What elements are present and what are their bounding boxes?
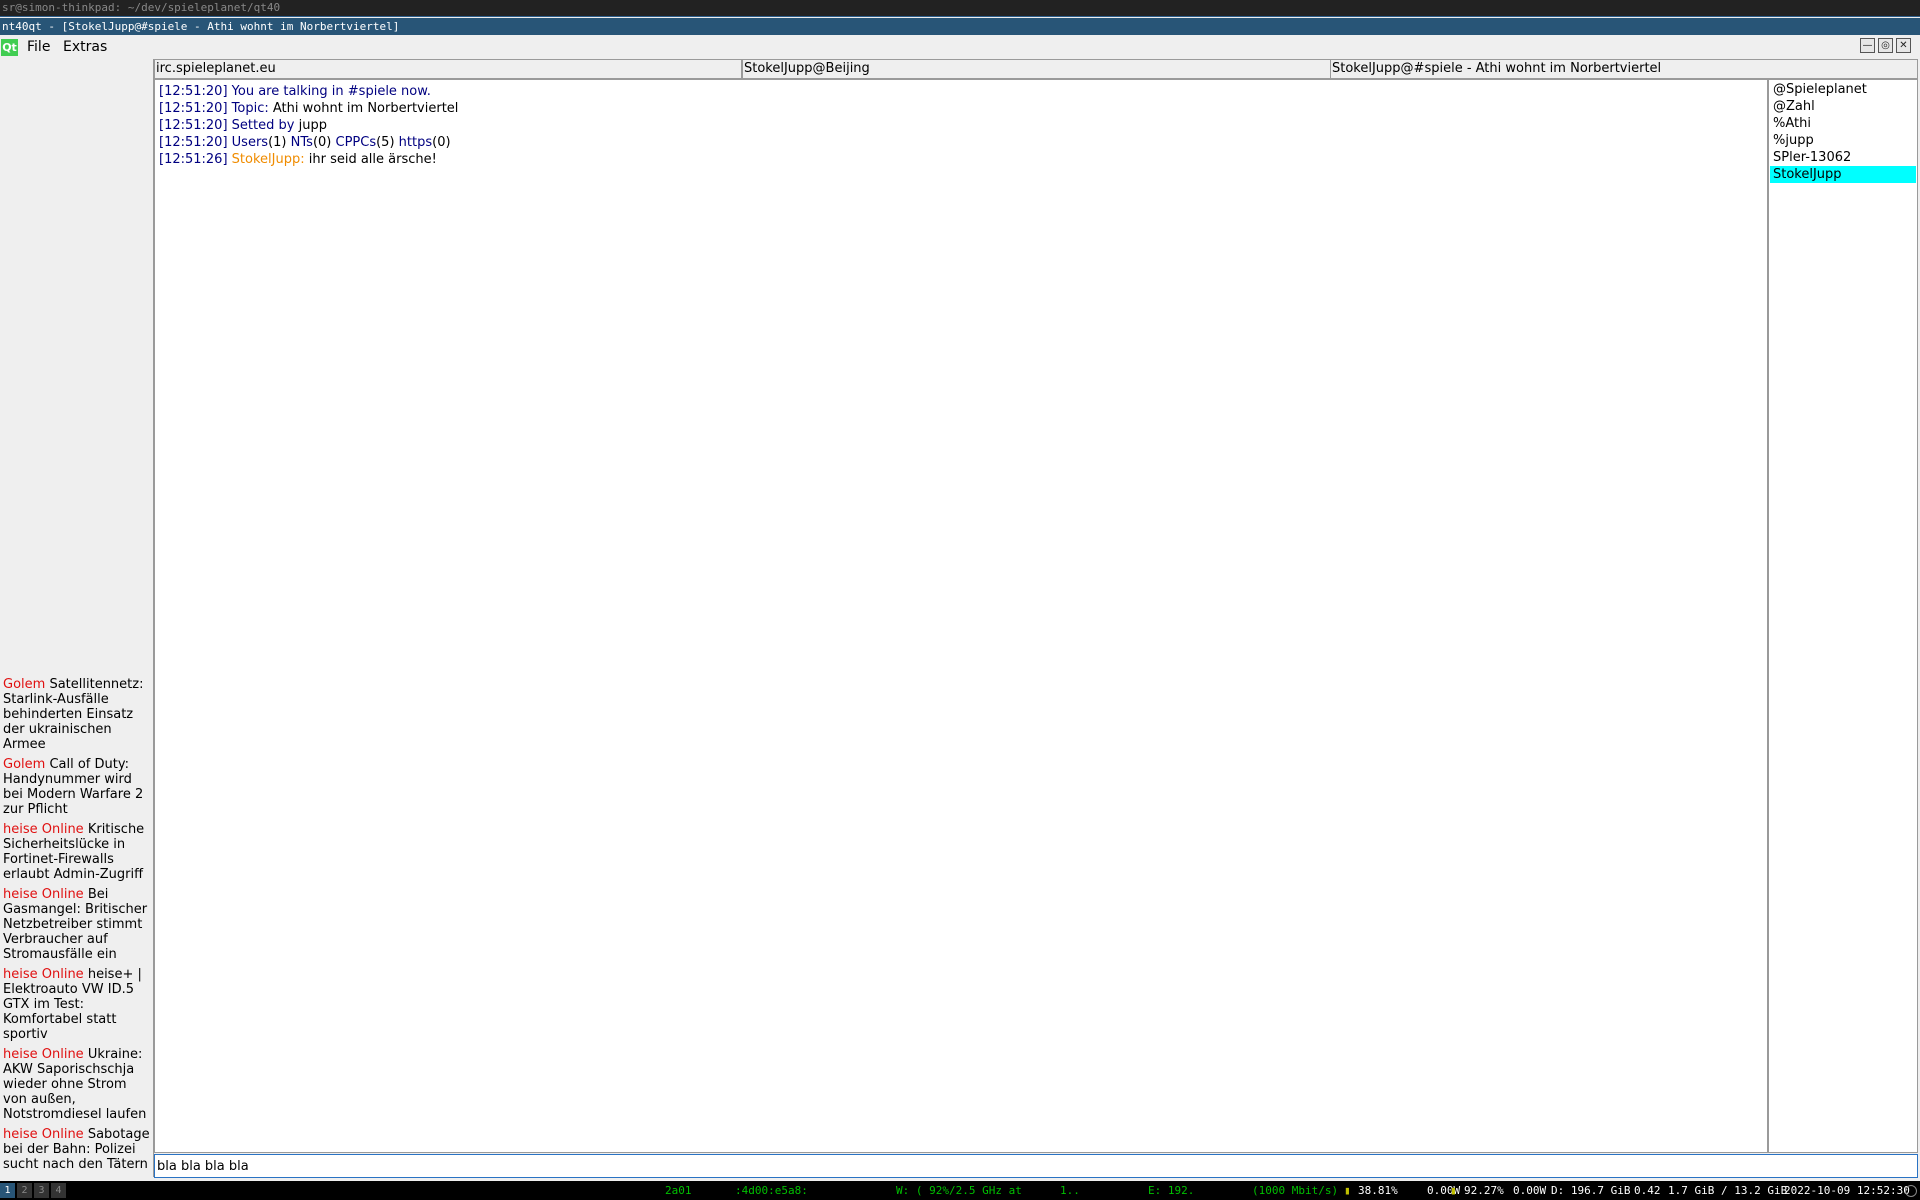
news-item[interactable]: heise Online Kritische Sicherheitslücke … xyxy=(2,822,153,882)
news-source: Golem xyxy=(3,677,46,692)
datetime: 2022-10-09 12:52:30 xyxy=(1784,1184,1910,1197)
cppcs-label: CPPCs xyxy=(335,135,377,150)
news-list: Golem Satellitennetz: Starlink-Ausfälle … xyxy=(2,677,153,1177)
battery-1-icon: ▮ xyxy=(1344,1184,1351,1197)
battery-2-level: 92.27% xyxy=(1464,1184,1504,1197)
workspace-1-button[interactable]: 1 xyxy=(0,1183,15,1198)
tray-icon[interactable] xyxy=(1905,1185,1917,1197)
chat-input[interactable] xyxy=(155,1155,1917,1177)
tab-query-beijing[interactable]: StokelJupp@Beijing xyxy=(742,59,1331,79)
ipv6-suffix: :4d00:e5a8: xyxy=(735,1184,808,1197)
news-source: heise Online xyxy=(3,1047,84,1062)
chat-log-area[interactable]: [12:51:20] You are talking in #spiele no… xyxy=(154,79,1768,1153)
qt-logo-icon: Qt xyxy=(1,39,18,56)
news-item[interactable]: heise Online Sabotage bei der Bahn: Poli… xyxy=(2,1127,153,1172)
disk-usage: D: 196.7 GiB xyxy=(1551,1184,1631,1197)
news-source: heise Online xyxy=(3,887,84,902)
user-list: @Spieleplanet @Zahl %Athi %jupp SPler-13062 S… xyxy=(1770,81,1916,183)
news-item[interactable]: Golem Satellitennetz: Starlink-Ausfälle … xyxy=(2,677,153,752)
user-list-panel: @Spieleplanet @Zahl %Athi %jupp SPler-13062 S… xyxy=(1768,79,1918,1153)
battery-2-icon: ▮ xyxy=(1450,1184,1457,1197)
news-item[interactable]: heise Online Ukraine: AKW Saporischschja… xyxy=(2,1047,153,1122)
user-list-item[interactable]: @Zahl xyxy=(1770,98,1916,115)
battery-1-level: 38.81% xyxy=(1358,1184,1398,1197)
https-count: (0) xyxy=(432,135,451,150)
topic-value: Athi wohnt im Norbertviertel xyxy=(272,101,459,116)
user-list-item[interactable]: StokelJupp xyxy=(1770,166,1916,183)
news-item[interactable]: heise Online heise+ | Elektroauto VW ID.… xyxy=(2,967,153,1042)
timestamp: [12:51:20] xyxy=(159,101,228,116)
news-panel: Golem Satellitennetz: Starlink-Ausfälle … xyxy=(2,59,154,1177)
chat-line: [12:51:20] Users(1) NTs(0) CPPCs(5) http… xyxy=(159,134,458,151)
cppcs-count: (5) xyxy=(376,135,395,150)
battery-2-power: 0.00W xyxy=(1513,1184,1547,1197)
setted-by-value: jupp xyxy=(298,118,327,133)
ethernet-speed: (1000 Mbit/s) xyxy=(1252,1184,1339,1197)
timestamp: [12:51:20] xyxy=(159,84,228,99)
users-label: Users xyxy=(231,135,269,150)
nick: StokelJupp: xyxy=(231,152,305,167)
user-list-item[interactable]: %Athi xyxy=(1770,115,1916,132)
workspace-4-button[interactable]: 4 xyxy=(51,1183,66,1198)
message-text: ihr seid alle ärsche! xyxy=(308,152,437,167)
tab-channel-spiele[interactable]: StokelJupp@#spiele - Athi wohnt im Norbe… xyxy=(1330,59,1918,79)
news-source: heise Online xyxy=(3,1127,84,1142)
nts-count: (0) xyxy=(312,135,332,150)
timestamp: [12:51:20] xyxy=(159,118,228,133)
restore-icon[interactable]: ◎ xyxy=(1878,38,1893,53)
chat-line: [12:51:26] StokelJupp: ihr seid alle ärs… xyxy=(159,151,458,168)
window-title-bar: nt40qt - [StokelJupp@#spiele - Athi wohn… xyxy=(0,18,1920,35)
minimize-icon[interactable]: — xyxy=(1860,38,1875,53)
ipv6-prefix: 2a01 xyxy=(665,1184,692,1197)
timestamp: [12:51:20] xyxy=(159,135,228,150)
setted-by-label: Setted by xyxy=(231,118,295,133)
wifi-status: W: ( 92%/2.5 GHz at xyxy=(896,1184,1022,1197)
news-item[interactable]: Golem Call of Duty: Handynummer wird bei… xyxy=(2,757,153,817)
wifi-extra: 1.. xyxy=(1060,1184,1080,1197)
topic-label: Topic: xyxy=(231,101,269,116)
users-count: (1) xyxy=(268,135,287,150)
menu-extras[interactable]: Extras xyxy=(60,38,110,56)
chat-line: [12:51:20] Setted by jupp xyxy=(159,117,458,134)
chat-log: [12:51:20] You are talking in #spiele no… xyxy=(159,83,458,168)
chat-line: [12:51:20] Topic: Athi wohnt im Norbertv… xyxy=(159,100,458,117)
menu-file[interactable]: File xyxy=(24,38,53,56)
workspace-2-button[interactable]: 2 xyxy=(17,1183,32,1198)
user-list-item[interactable]: @Spieleplanet xyxy=(1770,81,1916,98)
status-bar: 1 2 3 4 2a01 :4d00:e5a8: W: ( 92%/2.5 GH… xyxy=(0,1181,1920,1200)
chat-line: [12:51:20] You are talking in #spiele no… xyxy=(159,83,458,100)
nts-label: NTs xyxy=(290,135,313,150)
user-list-item[interactable]: SPler-13062 xyxy=(1770,149,1916,166)
news-source: heise Online xyxy=(3,822,84,837)
load-average: 0.42 xyxy=(1634,1184,1661,1197)
close-icon[interactable]: ✕ xyxy=(1896,38,1911,53)
ethernet-status: E: 192. xyxy=(1148,1184,1195,1197)
tab-server[interactable]: irc.spieleplanet.eu xyxy=(154,59,742,79)
channel-tab-bar: irc.spieleplanet.eu StokelJupp@Beijing S… xyxy=(154,59,1918,79)
news-source: Golem xyxy=(3,757,46,772)
system-message: You are talking in #spiele now. xyxy=(231,84,431,99)
terminal-title-bar: sr@simon-thinkpad: ~/dev/spieleplanet/qt… xyxy=(0,0,1920,17)
https-label: https xyxy=(398,135,433,150)
news-source: heise Online xyxy=(3,967,84,982)
timestamp: [12:51:26] xyxy=(159,152,228,167)
menu-bar: Qt File Extras — ◎ ✕ xyxy=(0,35,1920,59)
user-list-item[interactable]: %jupp xyxy=(1770,132,1916,149)
news-item[interactable]: heise Online Bei Gasmangel: Britischer N… xyxy=(2,887,153,962)
workspace-3-button[interactable]: 3 xyxy=(34,1183,49,1198)
chat-input-container xyxy=(154,1154,1918,1178)
memory-usage: 1.7 GiB / 13.2 GiB xyxy=(1668,1184,1788,1197)
